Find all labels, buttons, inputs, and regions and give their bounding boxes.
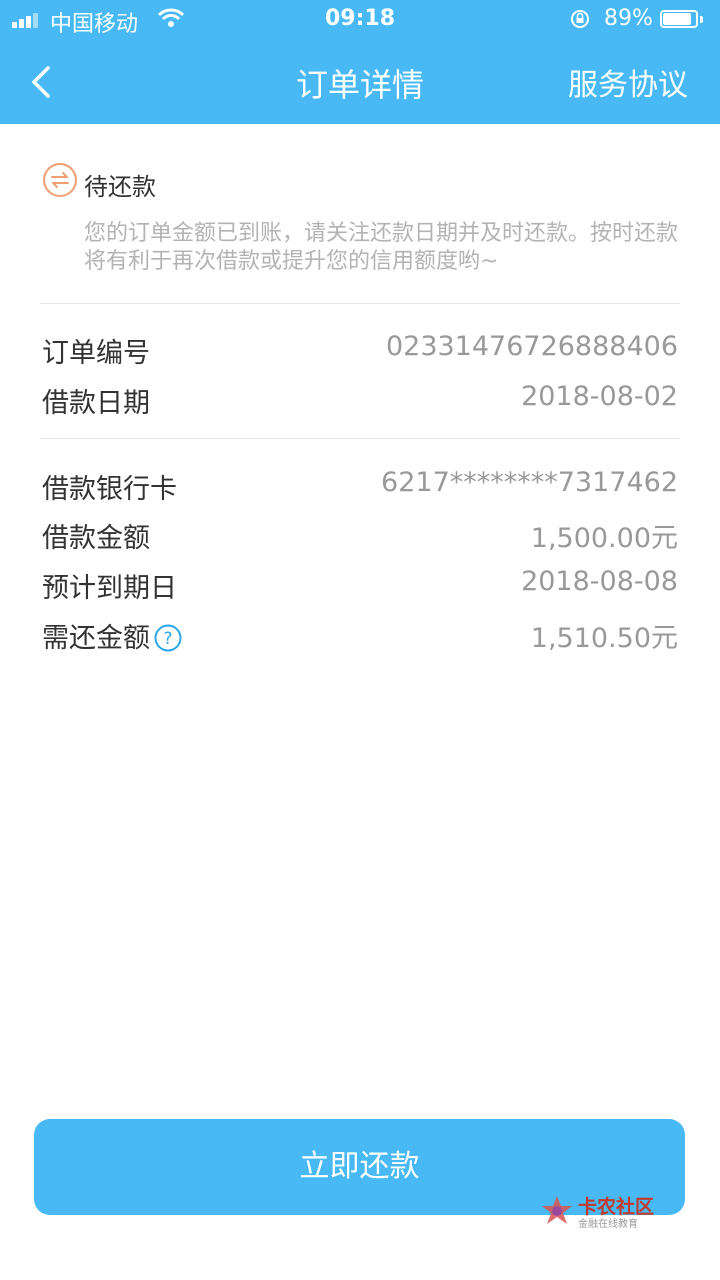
service-agreement-link[interactable]: 服务协议 [568, 60, 688, 104]
detail-label-text: 需还金额 [42, 623, 150, 654]
header: 中国移动 09:18 89% 订单详情 服务协议 [0, 0, 720, 124]
detail-label: 预计到期日 [42, 573, 177, 604]
detail-label: 借款银行卡 [42, 474, 177, 505]
detail-label: 借款日期 [42, 388, 150, 419]
detail-value: 2018-08-02 [521, 381, 678, 412]
detail-value: 1,510.50元 [530, 623, 678, 654]
question-circle-icon[interactable]: ? [154, 624, 182, 652]
detail-label: 订单编号 [42, 338, 150, 369]
orientation-lock-icon [571, 10, 589, 28]
repay-exchange-icon [43, 163, 77, 197]
nav-bar: 订单详情 服务协议 [0, 40, 720, 124]
status-bar: 中国移动 09:18 89% [0, 0, 720, 40]
status-description: 您的订单金额已到账，请关注还款日期并及时还款。按时还款将有利于再次借款或提升您的… [84, 221, 679, 274]
detail-value: 2018-08-08 [521, 566, 678, 597]
divider [40, 303, 680, 304]
watermark-icon [542, 1196, 572, 1224]
detail-row-loan-amount: 借款金额 1,500.00元 [42, 516, 678, 556]
detail-row-loan-date: 借款日期 2018-08-02 [42, 381, 678, 421]
detail-row-order-number: 订单编号 02331476726888406 [42, 331, 678, 371]
svg-text:?: ? [163, 629, 172, 649]
detail-label: 借款金额 [42, 523, 150, 554]
detail-label: 需还金额 ? [42, 616, 182, 655]
detail-value: 1,500.00元 [530, 523, 678, 554]
battery-percent: 89% [604, 6, 653, 31]
detail-row-repay-amount: 需还金额 ? 1,510.50元 [42, 616, 678, 656]
watermark-logo: 卡农社区 金融在线教育 [540, 1192, 680, 1232]
detail-value: 02331476726888406 [385, 331, 678, 362]
detail-row-bank-card: 借款银行卡 6217********7317462 [42, 467, 678, 507]
detail-value: 6217********7317462 [381, 467, 678, 498]
detail-row-due-date: 预计到期日 2018-08-08 [42, 566, 678, 606]
divider [40, 438, 680, 439]
watermark-subtitle: 金融在线教育 [578, 1219, 638, 1230]
battery-icon [660, 10, 706, 30]
status-label: 待还款 [84, 173, 156, 201]
